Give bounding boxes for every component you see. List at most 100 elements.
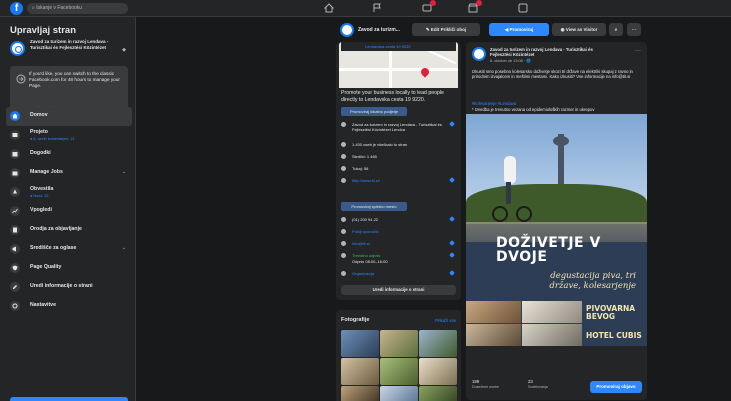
sidebar-item-home[interactable]: Domov	[6, 107, 132, 126]
sidebar-bottom-button[interactable]	[10, 397, 128, 401]
manage-page-sidebar: Upravljaj stran Zavod za turizem in razv…	[0, 17, 136, 401]
bell-icon	[10, 187, 20, 197]
facebook-logo-icon[interactable]: f	[10, 2, 23, 15]
photo-thumbnail[interactable]	[380, 330, 418, 357]
promote-local-button[interactable]: Promoviraj lokalno podjetje	[341, 107, 407, 116]
brewery-photo	[466, 301, 521, 323]
photo-thumbnail[interactable]	[380, 358, 418, 385]
clock-icon	[341, 253, 346, 258]
page-action-bar: Zavod za turizm... ✎ Edit Prikliči oboj …	[336, 22, 648, 39]
search-input[interactable]: ⌕ Iskanje v Facebooku	[27, 3, 128, 14]
image-tower	[553, 134, 569, 189]
groups-icon[interactable]	[518, 3, 528, 13]
photo-thumbnail[interactable]	[341, 358, 379, 385]
search-icon: ⌕	[614, 27, 618, 32]
watch-icon[interactable]	[422, 0, 436, 13]
hotel-photo	[522, 324, 582, 346]
photo-thumbnail[interactable]	[380, 386, 418, 401]
bike-wheel	[516, 206, 532, 222]
briefcase-icon	[10, 168, 20, 178]
post-author[interactable]: Zavod za turizem in razvoj Lendava - Tur…	[490, 47, 610, 58]
photo-thumbnail[interactable]	[341, 386, 379, 401]
notification-badge	[476, 0, 482, 6]
sidebar-item-label: Uredi informacije o strani	[30, 283, 93, 289]
brewery-photo	[522, 301, 582, 323]
send-message-link[interactable]: Pošlji sporočilo	[352, 229, 447, 234]
post-text: Izkusiti smo posebno kolesarsko doživetj…	[472, 69, 633, 80]
sidebar-item-events[interactable]: Dogodki	[6, 145, 132, 164]
promote-website-button[interactable]: Promoviraj spletno mesto	[341, 202, 407, 211]
pencil-icon[interactable]	[449, 240, 455, 246]
promote-button[interactable]: ◀ Promoviraj	[489, 23, 549, 36]
reach-label: Dosežene osebe	[472, 385, 499, 389]
search-placeholder: Iskanje v Facebooku	[36, 5, 83, 11]
post-image[interactable]: DOŽIVETJE V DVOJE degustacija piva, tri …	[466, 114, 647, 346]
photo-thumbnail[interactable]	[419, 358, 457, 385]
pencil-icon[interactable]	[449, 270, 455, 276]
photo-thumbnail[interactable]	[341, 330, 379, 357]
pencil-icon[interactable]	[449, 121, 455, 127]
document-icon	[10, 225, 20, 235]
sidebar-item-label: Dogodki	[30, 150, 51, 156]
see-all-photos-link[interactable]: Prikaži vse	[435, 318, 456, 323]
sidebar-item-jobs[interactable]: Manage Jobs ⌄	[6, 164, 132, 183]
sidebar-item-label: Projeto	[30, 128, 48, 135]
post-date[interactable]: 8. oktober ob 13:08 · 🌐	[490, 58, 531, 63]
category-link[interactable]: Organizacija	[352, 271, 447, 276]
edit-button[interactable]: ✎ Edit Prikliči oboj	[412, 23, 480, 36]
category-icon	[341, 271, 346, 276]
edit-page-info-button[interactable]: Uredi informacije o strani	[341, 285, 456, 295]
sidebar-item-ad-center[interactable]: Središče za oglase ⌄	[6, 240, 132, 259]
website-link[interactable]: http://www.tit.si/	[352, 178, 447, 183]
image-headline: DOŽIVETJE V DVOJE	[496, 235, 601, 265]
map-address[interactable]: Lendavska cesta 19 9220	[341, 42, 456, 51]
pencil-icon[interactable]	[449, 177, 455, 183]
hotel-label: HOTEL CUBIS	[586, 331, 642, 340]
pencil-icon[interactable]	[449, 252, 455, 258]
map-road	[339, 68, 458, 71]
marketplace-icon[interactable]	[468, 0, 482, 13]
about-card: Lendavska cesta 19 9220 Promote your bus…	[336, 42, 461, 300]
post-hashtags[interactable]: #kolesarjenje #Lendava	[472, 101, 516, 106]
chevron-down-icon: ⌄	[121, 245, 126, 251]
sidebar-item-settings[interactable]: Nastavitve	[6, 297, 132, 316]
phone-icon	[341, 217, 346, 222]
pencil-icon[interactable]	[449, 216, 455, 222]
sidebar-item-label: Središče za oglase	[30, 245, 77, 251]
notice-text: If you'd like, you can switch to the cla…	[29, 71, 120, 88]
search-button[interactable]: ⌕	[609, 23, 623, 36]
location-map[interactable]: Lendavska cesta 19 9220	[339, 42, 458, 88]
view-as-visitor-button[interactable]: ◉ View as Visitor	[552, 23, 606, 36]
boost-post-button[interactable]: Promoviraj objavo	[590, 381, 642, 393]
page-name: Zavod za turizem in razvoj Lendava - Tur…	[30, 39, 109, 50]
gear-icon	[10, 301, 20, 311]
post-author-avatar[interactable]	[472, 47, 486, 61]
opening-hours[interactable]: Odprto 08:00–16:00	[352, 259, 447, 264]
email-icon	[341, 241, 346, 246]
page-switcher[interactable]: Zavod za turizem in razvoj Lendava - Tur…	[10, 39, 128, 61]
post-note: * Izvedba je trenutno vezana od epidemio…	[472, 107, 595, 112]
switch-icon	[16, 74, 26, 84]
promote-label: Promoviraj	[509, 27, 534, 32]
photo-thumbnail[interactable]	[419, 386, 457, 401]
sidebar-menu: Domov Projeto ● 8. novih komentarjev: 21…	[6, 107, 132, 316]
post-stats: 198 Dosežene osebe 23 Sodelovanja Promov…	[472, 379, 642, 395]
home-icon[interactable]	[323, 3, 335, 13]
top-navigation-bar: f ⌕ Iskanje v Facebooku	[0, 0, 731, 17]
pages-flag-icon[interactable]	[372, 3, 382, 13]
more-icon: ···	[631, 27, 637, 32]
info-icon	[341, 122, 346, 127]
photo-thumbnail[interactable]	[419, 330, 457, 357]
sidebar-item-publishing-tools[interactable]: Orodja za objavljanje	[6, 221, 132, 240]
more-button[interactable]: ···	[627, 23, 641, 36]
sidebar-item-insights[interactable]: Vpogledi	[6, 202, 132, 221]
sidebar-item-inbox[interactable]: Projeto ● 8. novih komentarjev: 21	[6, 126, 132, 145]
checkin-icon	[341, 166, 346, 171]
sidebar-item-label: Domov	[30, 112, 48, 118]
more-icon[interactable]: ···	[635, 48, 641, 54]
email-link[interactable]: info@tit.si	[352, 241, 447, 246]
info-text: Sledilci: 1.465	[352, 154, 377, 159]
sidebar-item-notifications[interactable]: Obvestila ● Novo: 22	[6, 183, 132, 202]
sidebar-item-edit-page-info[interactable]: Uredi informacije o strani	[6, 278, 132, 297]
sidebar-item-page-quality[interactable]: Page Quality	[6, 259, 132, 278]
